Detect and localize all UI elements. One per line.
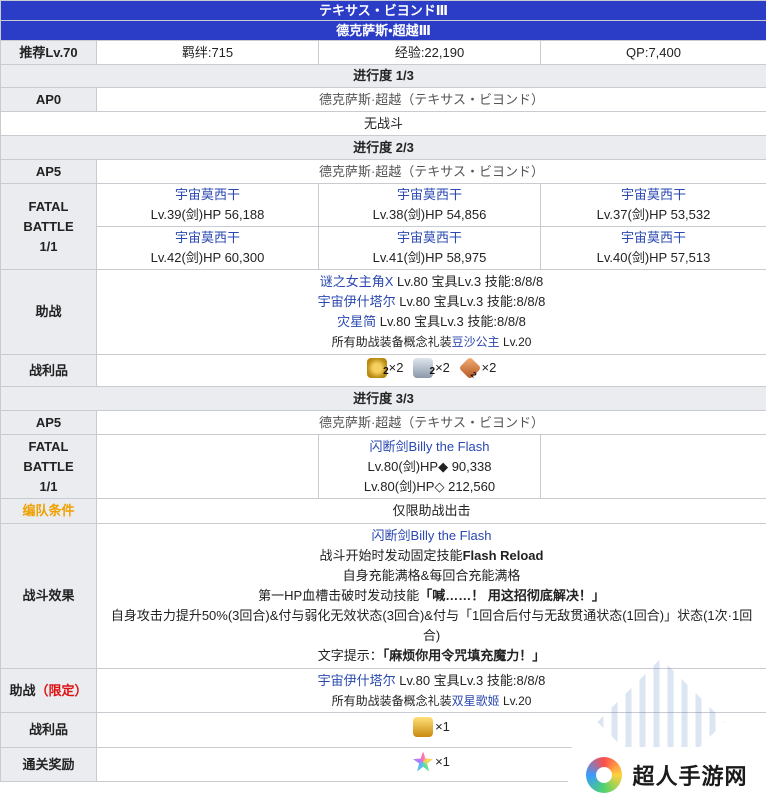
recommended-level: 推荐Lv.70 — [0, 40, 97, 65]
effect-skill: Flash Reload — [462, 548, 544, 563]
loot-cell: 2 ×2 2 ×2 2 ×2 — [95, 354, 766, 387]
support-ce-prefix: 所有助战装备概念礼装 — [331, 693, 452, 708]
saint-quartz-icon[interactable] — [413, 751, 434, 772]
support-ce-link[interactable]: 豆沙公主 — [452, 335, 500, 349]
loot-label: 战利品 — [0, 712, 97, 748]
formation-label: 编队条件 — [0, 498, 97, 524]
fatal-line: FATAL — [28, 198, 69, 214]
ap-label: AP0 — [0, 87, 97, 112]
support-detail: Lv.80 宝具Lv.3 技能:8/8/8 — [395, 294, 546, 309]
boss-hp: Lv.80(剑)HP◆ 90,338 — [367, 458, 492, 474]
effect-text: 自身攻击力提升50%(3回合)&付与弱化无效状态(3回合)&付与「1回合后付与无… — [110, 608, 753, 643]
support-label: 助战 — [0, 269, 97, 355]
support-detail: Lv.80 宝具Lv.3 技能:8/8/8 — [393, 274, 544, 289]
support-servant-link[interactable]: 灾星简 — [337, 314, 376, 329]
enemy-stats: Lv.37(剑)HP 53,532 — [596, 207, 711, 222]
bond-value: 羁绊:715 — [96, 40, 319, 65]
enemy-cell: 宇宙莫西干 Lv.37(剑)HP 53,532 — [539, 183, 766, 227]
no-battle: 无战斗 — [0, 111, 766, 136]
gem-icon[interactable]: 2 — [458, 356, 481, 379]
fatal-line: 1/1 — [39, 478, 58, 494]
support-ce-suffix: Lv.20 — [499, 693, 532, 708]
boss-hp: Lv.80(剑)HP◇ 212,560 — [363, 478, 496, 494]
enemy-name-link[interactable]: 宇宙莫西干 — [319, 185, 540, 205]
effect-text: 文字提示： — [317, 648, 383, 663]
loot-count: ×1 — [435, 719, 450, 734]
enemy-cell: 宇宙莫西干 Lv.40(剑)HP 57,513 — [539, 226, 766, 270]
quest-name: 德克萨斯·超越（テキサス・ビヨンド） — [95, 87, 766, 112]
enemy-name-link[interactable]: 宇宙莫西干 — [97, 228, 318, 248]
enemy-cell: 宇宙莫西干 Lv.41(剑)HP 58,975 — [318, 226, 541, 270]
support-cell: 谜之女主角X Lv.80 宝具Lv.3 技能:8/8/8 宇宙伊什塔尔 Lv.8… — [95, 269, 766, 355]
enemy-stats: Lv.41(剑)HP 58,975 — [372, 250, 487, 265]
effect-hint: 「麻烦你用令咒填充魔力！」 — [382, 648, 546, 663]
fatal-line: FATAL — [28, 438, 69, 454]
effect-boss-link[interactable]: 闪断剑Billy the Flash — [103, 526, 760, 546]
title-cn: 德克萨斯•超越Ⅲ — [0, 20, 766, 41]
site-logo-icon — [586, 757, 623, 793]
ap-label: AP5 — [0, 159, 97, 184]
progress-2-title: 进行度 2/3 — [0, 135, 766, 160]
enemy-cell: 宇宙莫西干 Lv.42(剑)HP 60,300 — [96, 226, 319, 270]
effect-label: 战斗效果 — [0, 523, 97, 669]
enemy-cell: 宇宙莫西干 Lv.39(剑)HP 56,188 — [96, 183, 319, 227]
quest-name: 德克萨斯·超越（テキサス・ビヨンド） — [95, 159, 766, 184]
effect-text: 战斗开始时发动固定技能 — [319, 548, 463, 563]
fatal-battle-label: FATAL BATTLE 1/1 — [0, 434, 97, 499]
support-detail: Lv.80 宝具Lv.3 技能:8/8/8 — [395, 672, 546, 688]
empty-cell — [539, 434, 766, 499]
enemy-stats: Lv.38(剑)HP 54,856 — [372, 207, 487, 222]
boss-cell: 闪断剑Billy the Flash Lv.80(剑)HP◆ 90,338 Lv… — [318, 434, 541, 499]
fatal-line: BATTLE — [23, 458, 74, 474]
effect-text: 第一HP血槽击破时发动技能 — [258, 588, 420, 603]
bell-icon[interactable]: 2 — [413, 357, 435, 378]
enemy-name-link[interactable]: 宇宙莫西干 — [319, 228, 540, 248]
quest-name: 德克萨斯·超越（テキサス・ビヨンド） — [95, 410, 766, 435]
support-ce-prefix: 所有助战装备概念礼装 — [331, 335, 452, 349]
enemy-name-link[interactable]: 宇宙莫西干 — [97, 185, 318, 205]
enemy-name-link[interactable]: 宇宙莫西干 — [541, 228, 766, 248]
quest-table: テキサス・ビヨンドⅢ 德克萨斯•超越Ⅲ 推荐Lv.70 羁绊:715 经验:22… — [0, 0, 766, 782]
qp-value: QP:7,400 — [539, 40, 766, 65]
loot-count: ×2 — [435, 359, 450, 375]
enemy-stats: Lv.42(剑)HP 60,300 — [150, 250, 265, 265]
enemy-name-link[interactable]: 宇宙莫西干 — [541, 185, 766, 205]
reward-count: ×1 — [435, 753, 450, 769]
loot-count: ×2 — [388, 359, 404, 375]
quest-page: テキサス・ビヨンドⅢ 德克萨斯•超越Ⅲ 推荐Lv.70 羁绊:715 经验:22… — [0, 0, 766, 803]
support-label: 助战（限定） — [0, 668, 97, 713]
reward-label: 通关奖励 — [0, 747, 97, 782]
fatal-battle-label: FATAL BATTLE 1/1 — [0, 183, 97, 270]
gold-statue-icon[interactable] — [413, 717, 434, 737]
support-ce-suffix: Lv.20 — [499, 335, 532, 349]
empty-cell — [96, 434, 319, 499]
support-limited: （限定） — [35, 682, 88, 698]
title-jp: テキサス・ビヨンドⅢ — [0, 0, 766, 21]
fatal-line: BATTLE — [23, 218, 74, 234]
ap-label: AP5 — [0, 410, 97, 435]
progress-1-title: 进行度 1/3 — [0, 64, 766, 88]
support-detail: Lv.80 宝具Lv.3 技能:8/8/8 — [376, 314, 526, 329]
effect-skill: 「喊……！ 用这招彻底解决！」 — [419, 588, 605, 603]
enemy-cell: 宇宙莫西干 Lv.38(剑)HP 54,856 — [318, 183, 541, 227]
support-ce-link[interactable]: 双星歌姬 — [452, 694, 500, 708]
boss-name-link[interactable]: 闪断剑Billy the Flash — [319, 437, 540, 457]
effect-text: 自身充能满格&每回合充能满格 — [342, 568, 521, 583]
enemy-stats: Lv.39(剑)HP 56,188 — [150, 207, 265, 222]
progress-3-title: 进行度 3/3 — [0, 386, 766, 411]
support-servant-link[interactable]: 宇宙伊什塔尔 — [318, 294, 396, 309]
enemy-stats: Lv.40(剑)HP 57,513 — [596, 250, 711, 265]
support-servant-link[interactable]: 谜之女主角X — [320, 274, 394, 289]
formation-value: 仅限助战出击 — [95, 498, 766, 524]
gear-icon[interactable]: 2 — [366, 357, 389, 378]
fatal-line: 1/1 — [39, 238, 58, 254]
loot-label: 战利品 — [0, 354, 97, 387]
effect-cell: 闪断剑Billy the Flash 战斗开始时发动固定技能Flash Relo… — [95, 523, 766, 669]
support-servant-link[interactable]: 宇宙伊什塔尔 — [318, 673, 396, 688]
exp-value: 经验:22,190 — [318, 40, 541, 65]
site-name: 超人手游网 — [632, 764, 748, 789]
site-watermark: 超人手游网 — [568, 747, 766, 803]
support-label-text: 助战 — [9, 682, 36, 698]
loot-count: ×2 — [481, 359, 497, 375]
